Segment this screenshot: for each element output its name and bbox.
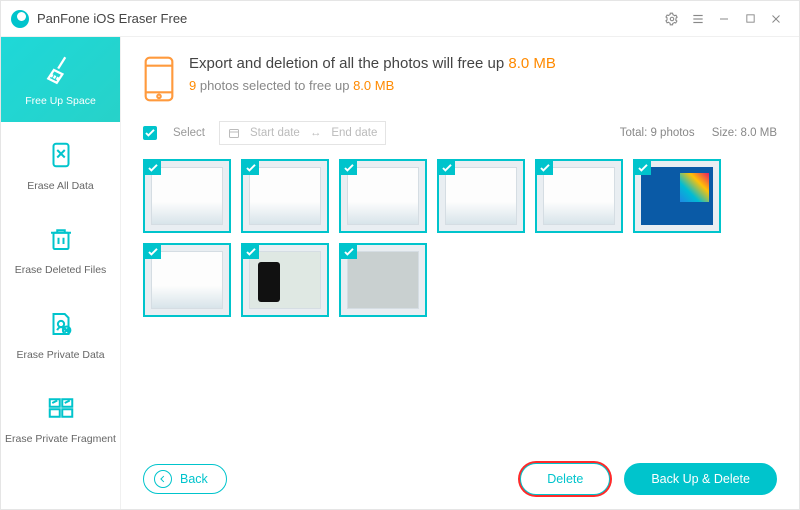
app-logo-icon bbox=[11, 10, 29, 28]
check-icon bbox=[341, 161, 357, 175]
header-line2: 9 photos selected to free up 8.0 MB bbox=[189, 78, 556, 93]
check-icon bbox=[145, 161, 161, 175]
photo-grid bbox=[143, 159, 777, 317]
sidebar-item-label: Erase Private Data bbox=[16, 349, 104, 362]
photo-thumbnail[interactable] bbox=[143, 243, 231, 317]
total-size: Size: 8.0 MB bbox=[712, 127, 777, 139]
sidebar-item-erase-private-data[interactable]: Erase Private Data bbox=[1, 291, 120, 376]
window-title: PanFone iOS Eraser Free bbox=[37, 11, 659, 26]
close-icon[interactable] bbox=[763, 7, 789, 31]
device-erase-icon bbox=[42, 136, 80, 174]
delete-button[interactable]: Delete bbox=[520, 463, 610, 495]
check-icon bbox=[341, 245, 357, 259]
start-date-placeholder: Start date bbox=[250, 127, 300, 139]
photo-thumbnail[interactable] bbox=[633, 159, 721, 233]
check-icon bbox=[439, 161, 455, 175]
freeup-size: 8.0 MB bbox=[508, 55, 556, 72]
private-data-icon bbox=[42, 305, 80, 343]
photo-thumbnail[interactable] bbox=[241, 243, 329, 317]
sidebar-item-free-up-space[interactable]: Free Up Space bbox=[1, 37, 120, 122]
summary-text: Total: 9 photos Size: 8.0 MB bbox=[620, 127, 777, 139]
photo-thumbnail[interactable] bbox=[339, 159, 427, 233]
select-all-checkbox[interactable] bbox=[143, 126, 157, 140]
sidebar-item-erase-private-fragment[interactable]: Erase Private Fragment bbox=[1, 375, 120, 460]
check-icon bbox=[635, 161, 651, 175]
photo-thumbnail[interactable] bbox=[535, 159, 623, 233]
sidebar-item-erase-deleted-files[interactable]: Erase Deleted Files bbox=[1, 206, 120, 291]
date-separator: ↔ bbox=[310, 127, 322, 139]
calendar-icon bbox=[228, 127, 240, 139]
header-line1: Export and deletion of all the photos wi… bbox=[189, 55, 556, 72]
filter-row: Select Start date ↔ End date Total: 9 ph… bbox=[143, 121, 777, 145]
settings-icon[interactable] bbox=[659, 7, 685, 31]
backup-delete-button[interactable]: Back Up & Delete bbox=[624, 463, 777, 495]
photo-thumbnail[interactable] bbox=[339, 243, 427, 317]
sidebar-item-label: Erase Deleted Files bbox=[15, 264, 107, 277]
sidebar-item-erase-all-data[interactable]: Erase All Data bbox=[1, 122, 120, 207]
check-icon bbox=[145, 245, 161, 259]
sidebar: Free Up Space Erase All Data Erase Delet… bbox=[1, 37, 121, 509]
check-icon bbox=[243, 245, 259, 259]
device-icon bbox=[143, 55, 175, 103]
back-button[interactable]: Back bbox=[143, 464, 227, 494]
titlebar: PanFone iOS Eraser Free bbox=[1, 1, 799, 37]
sidebar-item-label: Free Up Space bbox=[25, 95, 96, 108]
date-range-picker[interactable]: Start date ↔ End date bbox=[219, 121, 386, 145]
photo-thumbnail[interactable] bbox=[143, 159, 231, 233]
menu-icon[interactable] bbox=[685, 7, 711, 31]
photo-thumbnail[interactable] bbox=[437, 159, 525, 233]
sidebar-item-label: Erase All Data bbox=[27, 180, 94, 193]
broom-icon bbox=[42, 51, 80, 89]
content-area: Export and deletion of all the photos wi… bbox=[121, 37, 799, 509]
sidebar-item-label: Erase Private Fragment bbox=[5, 433, 116, 446]
back-arrow-icon bbox=[154, 470, 172, 488]
photo-thumbnail[interactable] bbox=[241, 159, 329, 233]
maximize-icon[interactable] bbox=[737, 7, 763, 31]
fragment-icon bbox=[42, 389, 80, 427]
selected-size: 8.0 MB bbox=[353, 78, 394, 93]
end-date-placeholder: End date bbox=[331, 127, 377, 139]
select-label: Select bbox=[173, 127, 205, 139]
check-icon bbox=[243, 161, 259, 175]
check-icon bbox=[537, 161, 553, 175]
total-count: Total: 9 photos bbox=[620, 127, 695, 139]
trash-icon bbox=[42, 220, 80, 258]
minimize-icon[interactable] bbox=[711, 7, 737, 31]
